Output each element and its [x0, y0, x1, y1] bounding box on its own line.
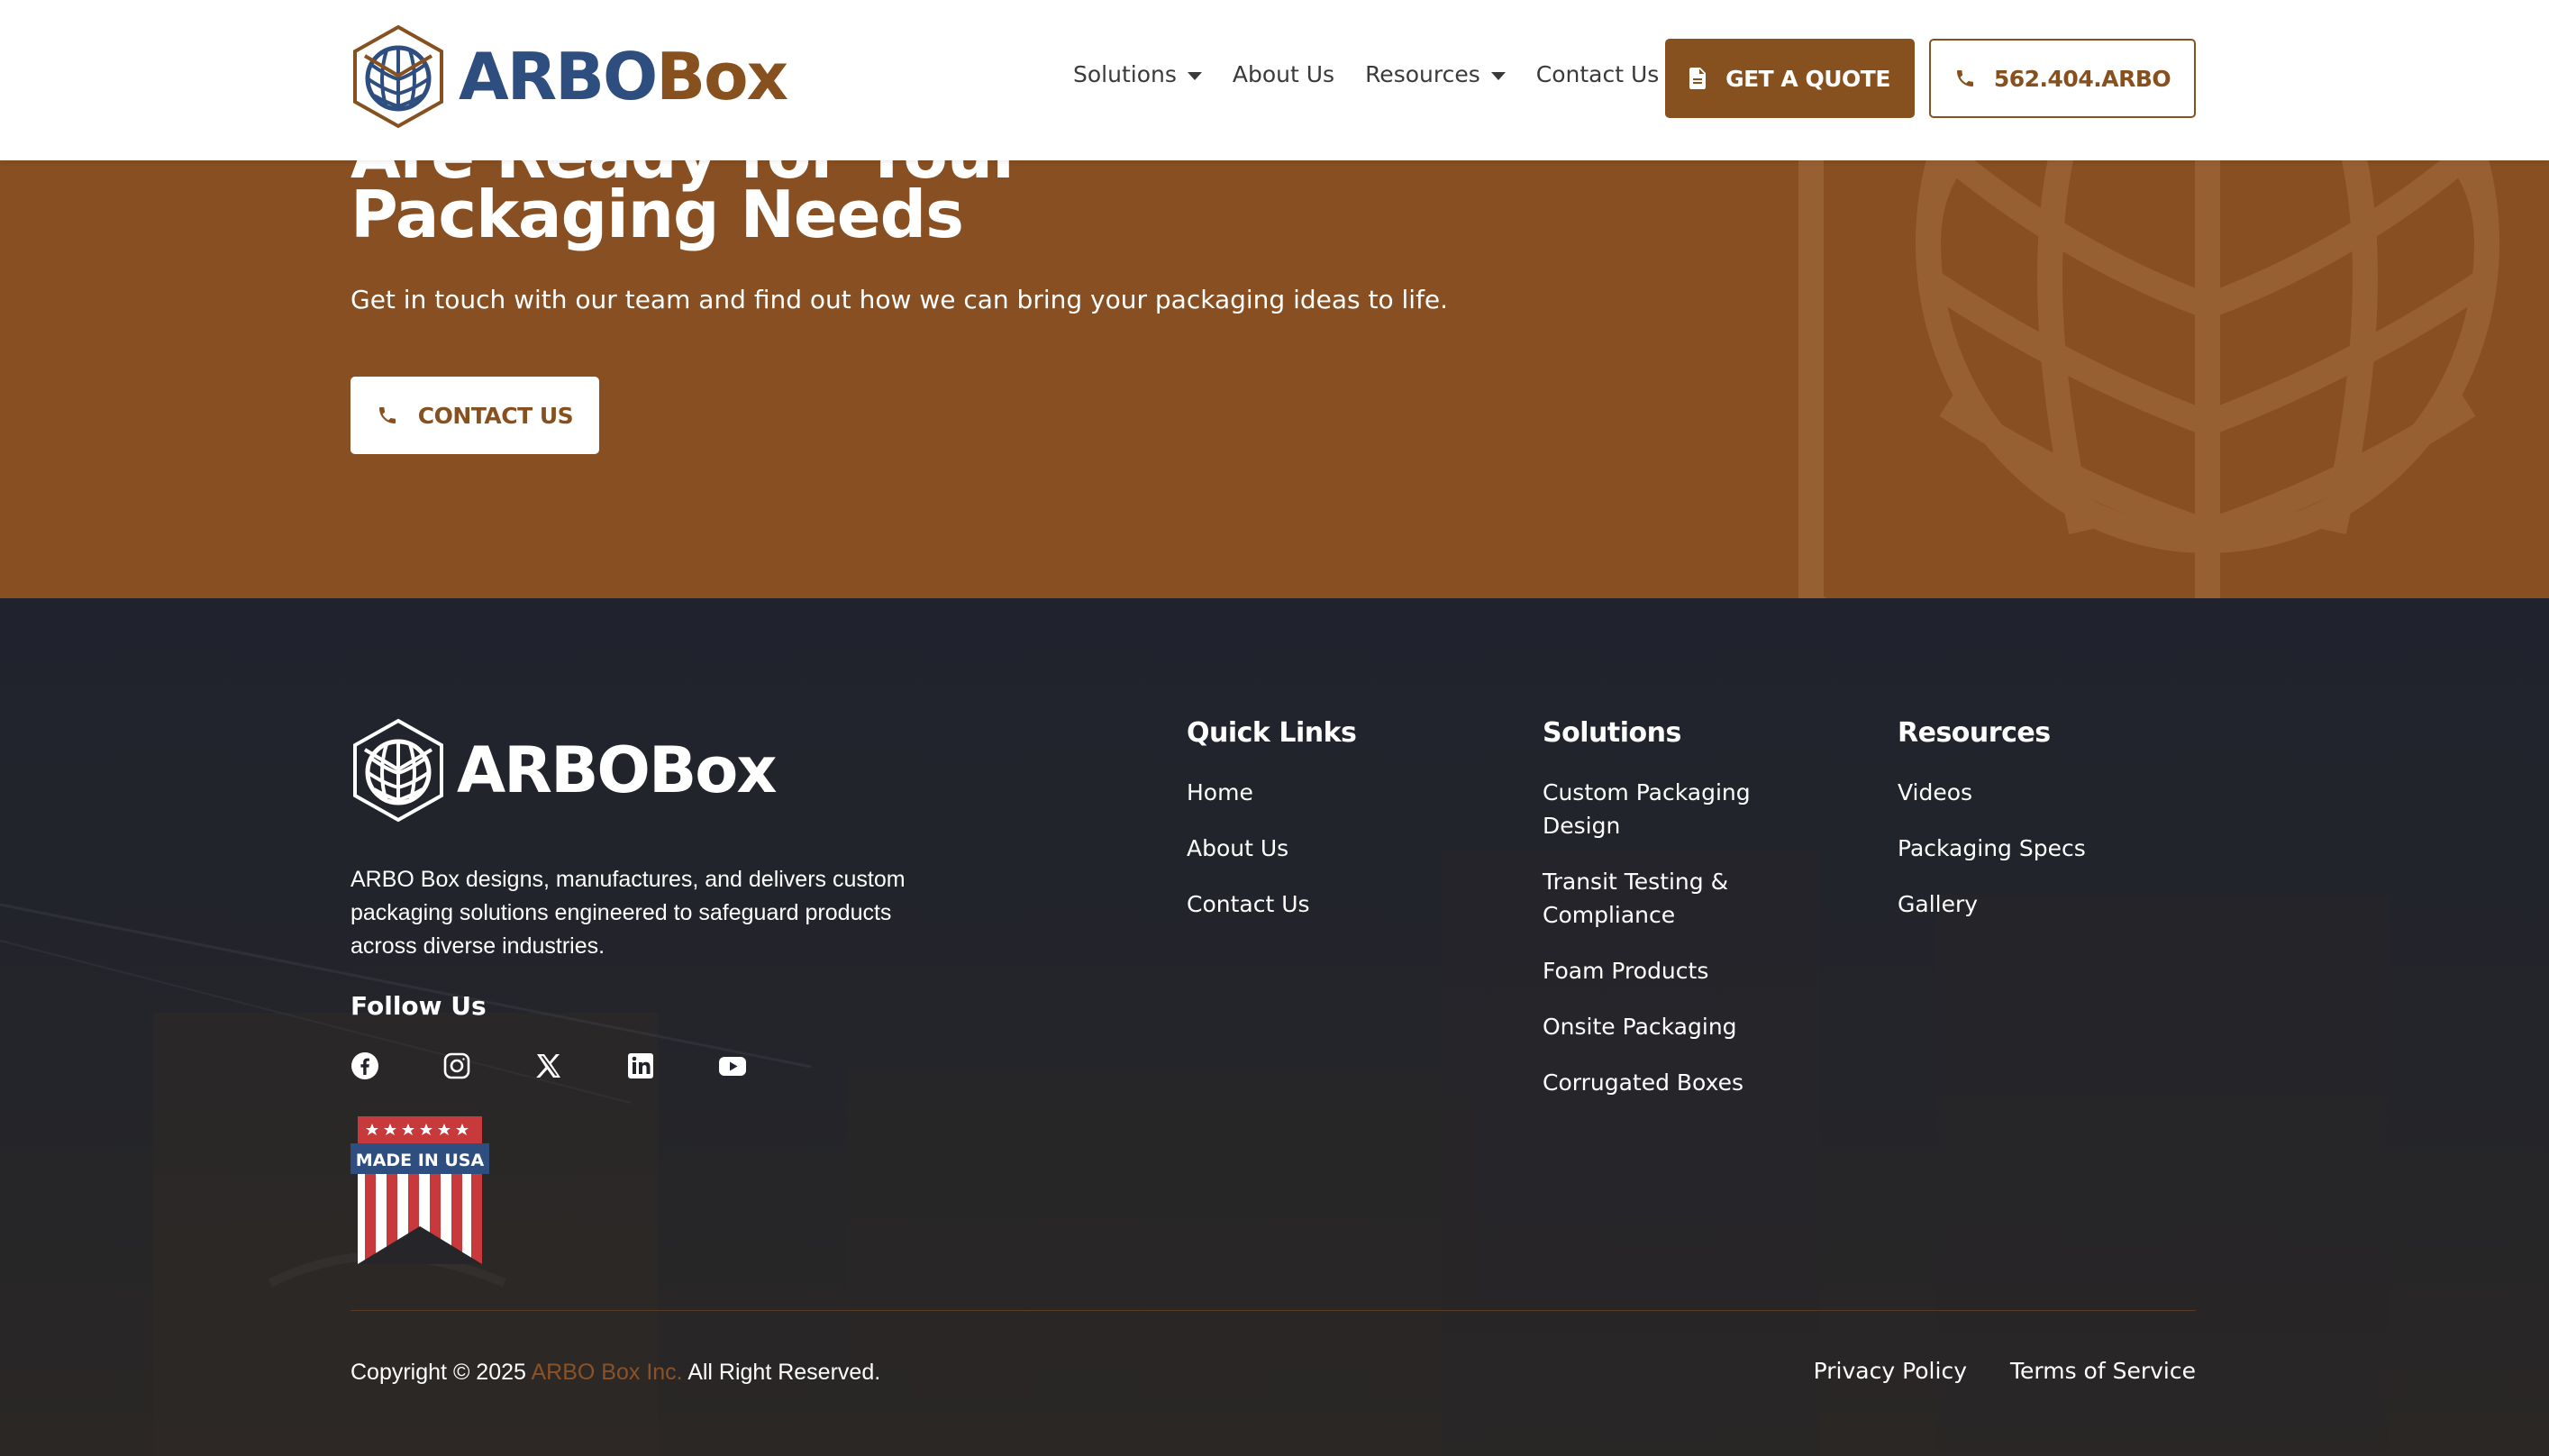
footer-link-home[interactable]: Home: [1187, 776, 1356, 809]
footer-link-packaging-specs[interactable]: Packaging Specs: [1898, 832, 2086, 865]
quick-links-title: Quick Links: [1187, 717, 1357, 749]
phone-button[interactable]: 562.404.ARBO: [1929, 39, 2196, 118]
nav-solutions[interactable]: Solutions: [1073, 61, 1202, 87]
hero-subtitle: Get in touch with our team and find out …: [350, 285, 1449, 314]
caret-down-icon: [1187, 72, 1202, 80]
solutions-column: Solutions Custom Packaging Design Transi…: [1543, 717, 1804, 1122]
phone-number-label: 562.404.ARBO: [1993, 65, 2171, 92]
made-in-usa-badge: MADE IN USA: [350, 1116, 489, 1264]
footer-divider: [350, 1310, 2196, 1311]
phone-icon: [1956, 70, 1973, 86]
document-icon: [1689, 68, 1707, 89]
logo-wordmark-part1: ARBO: [459, 39, 658, 114]
linkedin-icon[interactable]: [626, 1051, 655, 1080]
footer-link-corrugated-boxes[interactable]: Corrugated Boxes: [1543, 1066, 1804, 1099]
get-a-quote-label: GET A QUOTE: [1725, 65, 1890, 92]
get-a-quote-button[interactable]: GET A QUOTE: [1665, 39, 1915, 118]
follow-us-title: Follow Us: [350, 991, 487, 1021]
x-icon[interactable]: [534, 1051, 563, 1080]
nav-resources-label: Resources: [1365, 61, 1480, 87]
social-links: [350, 1051, 747, 1080]
nav-solutions-label: Solutions: [1073, 61, 1177, 87]
hero-title: Packaging Needs: [350, 177, 964, 252]
footer-logo-wordmark: ARBOBox: [457, 733, 778, 807]
footer-link-gallery[interactable]: Gallery: [1898, 887, 2086, 921]
globe-box-watermark-icon: [1798, 99, 2499, 598]
resources-title: Resources: [1898, 717, 2051, 749]
facebook-icon[interactable]: [350, 1051, 379, 1080]
globe-box-logo-icon: [353, 718, 443, 823]
nav-contact-us-label: Contact Us: [1535, 61, 1660, 87]
logo-wordmark: ARBOBox: [459, 39, 788, 114]
resources-column: Resources Videos Packaging Specs Gallery: [1898, 717, 2086, 943]
footer-link-videos[interactable]: Videos: [1898, 776, 2086, 809]
copyright-suffix: All Right Reserved.: [682, 1360, 881, 1385]
site-header: ARBOBox Solutions About Us Resources Con…: [0, 0, 2549, 160]
site-footer: ARBOBox ARBO Box designs, manufactures, …: [0, 598, 2549, 1456]
youtube-icon[interactable]: [718, 1051, 747, 1080]
nav-resources[interactable]: Resources: [1365, 61, 1506, 87]
contact-us-button[interactable]: CONTACT US: [350, 377, 599, 454]
logo-wordmark-part2: Box: [656, 39, 788, 114]
footer-link-foam-products[interactable]: Foam Products: [1543, 954, 1804, 987]
privacy-policy-link[interactable]: Privacy Policy: [1814, 1358, 1967, 1384]
main-nav: Solutions About Us Resources Contact Us: [1073, 61, 1659, 87]
footer-link-onsite-packaging[interactable]: Onsite Packaging: [1543, 1010, 1804, 1043]
terms-of-service-link[interactable]: Terms of Service: [2010, 1358, 2196, 1384]
instagram-icon[interactable]: [442, 1051, 471, 1080]
nav-about-us-label: About Us: [1232, 61, 1335, 87]
nav-about-us[interactable]: About Us: [1233, 61, 1334, 87]
phone-icon: [378, 407, 396, 423]
footer-about-text: ARBO Box designs, manufactures, and deli…: [350, 867, 906, 959]
made-in-usa-text: MADE IN USA: [356, 1151, 485, 1170]
footer-link-contact-us[interactable]: Contact Us: [1187, 887, 1356, 921]
footer-link-about-us[interactable]: About Us: [1187, 832, 1356, 865]
site-logo[interactable]: ARBOBox: [350, 23, 788, 130]
globe-box-logo-icon: [353, 24, 443, 129]
footer-logo[interactable]: ARBOBox: [350, 717, 778, 824]
caret-down-icon: [1490, 72, 1506, 80]
solutions-title: Solutions: [1543, 717, 1681, 749]
quick-links-column: Quick Links Home About Us Contact Us: [1187, 717, 1357, 943]
contact-us-label: CONTACT US: [417, 402, 574, 429]
footer-link-transit-testing[interactable]: Transit Testing & Compliance: [1543, 865, 1804, 932]
copyright-prefix: Copyright © 2025: [350, 1360, 532, 1385]
copyright-text: Copyright © 2025 ARBO Box Inc. All Right…: [350, 1360, 880, 1386]
copyright-brand-link[interactable]: ARBO Box Inc.: [532, 1360, 683, 1385]
nav-contact-us[interactable]: Contact Us: [1536, 61, 1660, 87]
legal-links: Privacy Policy Terms of Service: [1814, 1358, 2196, 1384]
footer-link-custom-packaging-design[interactable]: Custom Packaging Design: [1543, 776, 1804, 842]
